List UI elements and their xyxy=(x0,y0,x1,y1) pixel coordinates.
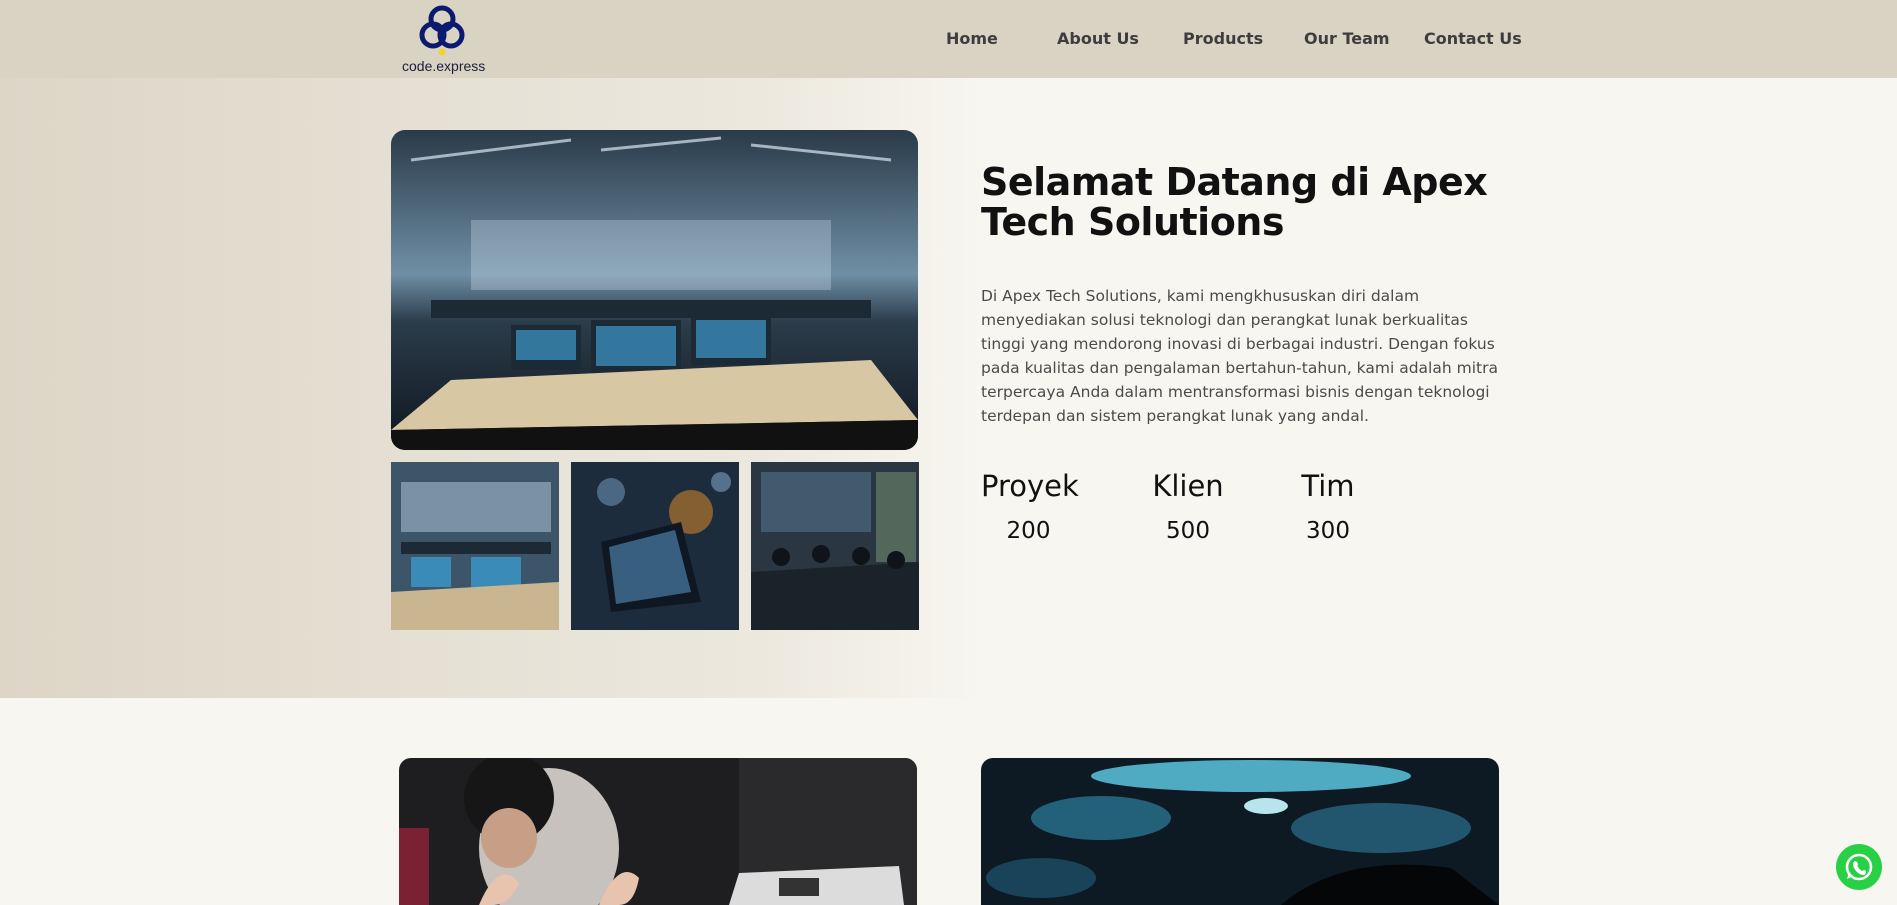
stat-klien: Klien 500 xyxy=(1152,466,1224,544)
stat-label: Proyek xyxy=(981,469,1079,503)
nav-about-us[interactable]: About Us xyxy=(1057,29,1139,48)
feature-image-left xyxy=(399,758,917,905)
nav-home[interactable]: Home xyxy=(946,29,998,48)
stat-value: 200 xyxy=(1006,518,1051,544)
nav-our-team[interactable]: Our Team xyxy=(1304,29,1390,48)
thumbnail-image-1[interactable] xyxy=(391,462,559,630)
hero-title: Selamat Datang di Apex Tech Solutions xyxy=(981,160,1488,244)
feature-image-right xyxy=(981,758,1499,905)
stat-label: Klien xyxy=(1152,469,1224,503)
nav-products[interactable]: Products xyxy=(1183,29,1263,48)
whatsapp-icon xyxy=(1845,853,1873,881)
stat-tim: Tim 300 xyxy=(1300,466,1356,544)
logo-icon xyxy=(419,5,465,56)
hero-description: Di Apex Tech Solutions, kami mengkhususk… xyxy=(981,287,1498,425)
whatsapp-button[interactable] xyxy=(1836,844,1882,890)
stat-value: 500 xyxy=(1166,518,1210,544)
hero-main-image xyxy=(391,130,918,450)
brand-name: code.express xyxy=(402,58,486,74)
hero-section xyxy=(0,78,1897,698)
brand-logo[interactable]: code.express xyxy=(402,2,486,76)
stat-label: Tim xyxy=(1301,469,1355,503)
thumbnail-image-2[interactable] xyxy=(571,462,739,630)
stat-proyek: Proyek 200 xyxy=(981,466,1079,544)
navbar: code.express Home About Us Products Our … xyxy=(0,0,1897,78)
thumbnail-image-3[interactable] xyxy=(751,462,919,630)
stat-value: 300 xyxy=(1306,518,1350,544)
nav-contact-us[interactable]: Contact Us xyxy=(1424,29,1522,48)
